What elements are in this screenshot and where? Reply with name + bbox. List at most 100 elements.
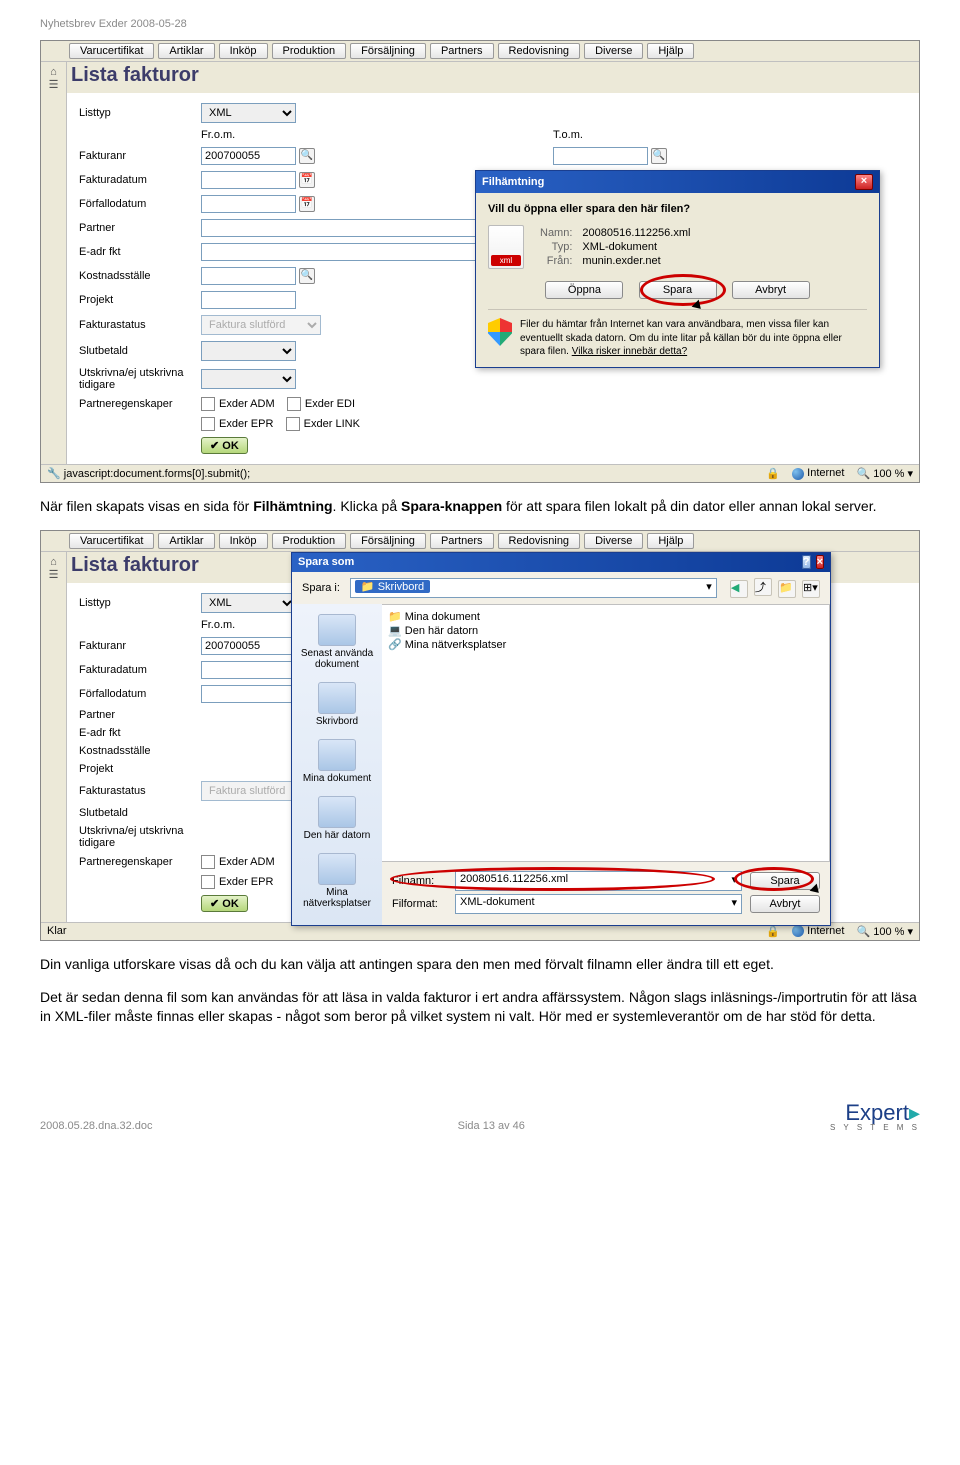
checkbox[interactable]: [201, 855, 215, 869]
newfolder-icon[interactable]: 📁: [778, 580, 796, 598]
date-input[interactable]: [201, 661, 296, 679]
label-slutbetald: Slutbetald: [75, 339, 195, 363]
kostnadsstalle-input[interactable]: [201, 267, 296, 285]
place-computer[interactable]: Den här datorn: [292, 796, 382, 841]
open-button[interactable]: Öppna: [545, 281, 623, 299]
label-fakturastatus: Fakturastatus: [75, 313, 195, 337]
cancel-button[interactable]: Avbryt: [750, 895, 820, 913]
up-icon[interactable]: ⤴: [754, 578, 772, 596]
toolbar-icons: ◀ ⤴ 📁 ⊞▾: [727, 578, 820, 598]
file-download-dialog: Filhämtning × Vill du öppna eller spara …: [475, 170, 880, 368]
page-title: Lista fakturor: [67, 62, 919, 93]
filename-input[interactable]: 20080516.112256.xml▾: [455, 871, 742, 891]
help-icon[interactable]: ?: [802, 555, 811, 569]
cancel-button[interactable]: Avbryt: [732, 281, 810, 299]
checkbox[interactable]: [287, 397, 301, 411]
listtyp-select[interactable]: XML: [201, 103, 296, 123]
calendar-icon[interactable]: 📅: [299, 196, 315, 212]
place-desktop[interactable]: Skrivbord: [292, 682, 382, 727]
menu-item[interactable]: Redovisning: [498, 533, 581, 549]
search-icon[interactable]: 🔍: [651, 148, 667, 164]
menu-item[interactable]: Artiklar: [158, 533, 214, 549]
search-icon[interactable]: 🔍: [299, 148, 315, 164]
label-kostnadsstalle: Kostnadsställe: [75, 265, 195, 287]
fakturanr-from-input[interactable]: [201, 147, 296, 165]
label-partneregenskaper: Partneregenskaper: [75, 395, 195, 413]
forfallodatum-input[interactable]: [201, 195, 296, 213]
home-icon[interactable]: ⌂: [50, 66, 57, 78]
paragraph-1: När filen skapats visas en sida för Filh…: [40, 497, 920, 516]
menu-item[interactable]: Diverse: [584, 43, 643, 59]
list-icon[interactable]: ☰: [49, 569, 59, 581]
fakturanr-from-input[interactable]: [201, 637, 296, 655]
company-logo: Expert▸ S Y S T E M S: [830, 1102, 920, 1132]
statusbar-text: Klar: [47, 925, 67, 937]
globe-icon: [792, 468, 804, 480]
list-item[interactable]: Mina nätverksplatser: [388, 638, 823, 651]
home-icon[interactable]: ⌂: [50, 556, 57, 568]
save-as-dialog: Spara som ? × Spara i: 📁 Skrivbord ▾ ◀ ⤴: [291, 552, 831, 926]
dialog-title: Filhämtning: [482, 176, 544, 188]
close-icon[interactable]: ×: [855, 174, 873, 190]
chk-label: Exder EDI: [305, 398, 355, 410]
calendar-icon[interactable]: 📅: [299, 172, 315, 188]
dialog-title: Spara som: [298, 556, 354, 568]
menu-bar: Varucertifikat Artiklar Inköp Produktion…: [41, 41, 919, 62]
menu-item[interactable]: Partners: [430, 533, 494, 549]
checkbox[interactable]: [286, 417, 300, 431]
checkbox[interactable]: [201, 875, 215, 889]
menu-item[interactable]: Hjälp: [647, 533, 694, 549]
label-eadr: E-adr fkt: [75, 241, 195, 263]
menu-item[interactable]: Hjälp: [647, 43, 694, 59]
search-icon[interactable]: 🔍: [299, 268, 315, 284]
menu-item[interactable]: Varucertifikat: [69, 533, 154, 549]
fakturadatum-from-input[interactable]: [201, 171, 296, 189]
menu-item[interactable]: Artiklar: [158, 43, 214, 59]
fakturanr-to-input[interactable]: [553, 147, 648, 165]
warning-text: Filer du hämtar från Internet kan vara a…: [520, 318, 867, 359]
date-input[interactable]: [201, 685, 296, 703]
place-documents[interactable]: Mina dokument: [292, 739, 382, 784]
slutbetald-select[interactable]: [201, 341, 296, 361]
checkbox[interactable]: [201, 397, 215, 411]
left-icon-column: ⌂ ☰: [41, 62, 67, 464]
menu-item[interactable]: Partners: [430, 43, 494, 59]
menu-item[interactable]: Redovisning: [498, 43, 581, 59]
menu-item[interactable]: Inköp: [219, 43, 268, 59]
place-network[interactable]: Mina nätverksplatser: [292, 853, 382, 909]
list-item[interactable]: Den här datorn: [388, 624, 823, 637]
menu-item[interactable]: Produktion: [272, 43, 347, 59]
views-icon[interactable]: ⊞▾: [802, 580, 820, 598]
fakturastatus-select: Faktura slutförd: [201, 315, 321, 335]
chk-label: Exder EPR: [219, 418, 273, 430]
label-fakturanr: Fakturanr: [75, 145, 195, 167]
menu-item[interactable]: Produktion: [272, 533, 347, 549]
label-projekt: Projekt: [75, 289, 195, 311]
menu-item[interactable]: Försäljning: [350, 533, 426, 549]
close-icon[interactable]: ×: [816, 555, 824, 569]
ok-button[interactable]: ✔ OK: [201, 895, 248, 912]
risk-link[interactable]: Vilka risker innebär detta?: [572, 346, 687, 357]
statusbar-text: 🔧 javascript:document.forms[0].submit();: [47, 467, 250, 480]
menu-bar: Varucertifikat Artiklar Inköp Produktion…: [41, 531, 919, 552]
checkbox[interactable]: [201, 417, 215, 431]
list-item[interactable]: Mina dokument: [388, 610, 823, 623]
utskrivna-select[interactable]: [201, 369, 296, 389]
menu-item[interactable]: Försäljning: [350, 43, 426, 59]
projekt-input[interactable]: [201, 291, 296, 309]
save-button[interactable]: Spara: [639, 281, 717, 299]
back-icon[interactable]: ◀: [730, 580, 748, 598]
label-forfallodatum: Förfallodatum: [75, 193, 195, 215]
menu-item[interactable]: Varucertifikat: [69, 43, 154, 59]
filetype-input[interactable]: XML-dokument▾: [455, 894, 742, 914]
listtyp-select[interactable]: XML: [201, 593, 296, 613]
place-recent[interactable]: Senast använda dokument: [292, 614, 382, 670]
menu-item[interactable]: Inköp: [219, 533, 268, 549]
save-button[interactable]: Spara: [750, 872, 820, 890]
paragraph-3: Det är sedan denna fil som kan användas …: [40, 988, 920, 1026]
ok-button[interactable]: ✔ OK: [201, 437, 248, 454]
save-in-combo[interactable]: 📁 Skrivbord ▾: [350, 578, 717, 598]
list-icon[interactable]: ☰: [49, 79, 59, 91]
menu-item[interactable]: Diverse: [584, 533, 643, 549]
file-list[interactable]: Mina dokument Den här datorn Mina nätver…: [382, 604, 830, 862]
